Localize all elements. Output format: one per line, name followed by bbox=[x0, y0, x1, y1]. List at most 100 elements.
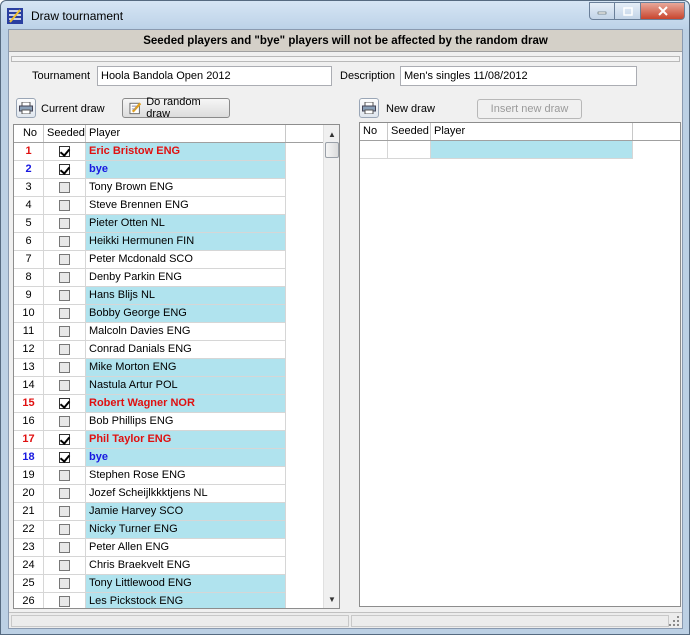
current-draw-grid[interactable]: No Seeded Player 1 Eric Bristow ENG 2 bye 3 T… bbox=[13, 124, 340, 609]
cell-player: Hans Blijs NL bbox=[86, 287, 286, 305]
cell-seeded bbox=[44, 323, 86, 341]
seeded-checkbox[interactable] bbox=[59, 578, 70, 589]
cell-seeded bbox=[44, 395, 86, 413]
tournament-field[interactable]: Hoola Bandola Open 2012 bbox=[97, 66, 332, 86]
table-row[interactable]: 16 Bob Phillips ENG bbox=[14, 413, 339, 431]
seeded-checkbox[interactable] bbox=[59, 452, 70, 463]
seeded-checkbox[interactable] bbox=[59, 542, 70, 553]
resize-grip-icon[interactable] bbox=[668, 615, 680, 627]
scroll-down-button[interactable]: ▼ bbox=[324, 591, 339, 607]
seeded-checkbox[interactable] bbox=[59, 380, 70, 391]
current-grid-body: 1 Eric Bristow ENG 2 bye 3 Tony Brown ENG 4 Ste… bbox=[14, 143, 339, 608]
cell-no: 15 bbox=[14, 395, 44, 413]
maximize-icon bbox=[622, 6, 633, 16]
cell-seeded bbox=[44, 503, 86, 521]
scroll-up-button[interactable]: ▲ bbox=[324, 126, 339, 142]
seeded-checkbox[interactable] bbox=[59, 254, 70, 265]
seeded-checkbox[interactable] bbox=[59, 596, 70, 607]
seeded-checkbox[interactable] bbox=[59, 272, 70, 283]
table-row[interactable]: 14 Nastula Artur POL bbox=[14, 377, 339, 395]
status-panel-right bbox=[351, 615, 669, 627]
table-row[interactable]: 11 Malcoln Davies ENG bbox=[14, 323, 339, 341]
table-row[interactable]: 12 Conrad Danials ENG bbox=[14, 341, 339, 359]
cell-player: Phil Taylor ENG bbox=[86, 431, 286, 449]
table-row[interactable]: 3 Tony Brown ENG bbox=[14, 179, 339, 197]
cell-no: 7 bbox=[14, 251, 44, 269]
table-row[interactable]: 25 Tony Littlewood ENG bbox=[14, 575, 339, 593]
description-label: Description bbox=[340, 70, 396, 82]
table-row[interactable]: 13 Mike Morton ENG bbox=[14, 359, 339, 377]
cell-player: Chris Braekvelt ENG bbox=[86, 557, 286, 575]
insert-new-draw-button[interactable]: Insert new draw bbox=[477, 99, 582, 119]
cell-player: Steve Brennen ENG bbox=[86, 197, 286, 215]
cell-player: Peter Allen ENG bbox=[86, 539, 286, 557]
seeded-checkbox[interactable] bbox=[59, 290, 70, 301]
table-row[interactable]: 23 Peter Allen ENG bbox=[14, 539, 339, 557]
title-bar[interactable]: Draw tournament bbox=[1, 1, 689, 29]
seeded-checkbox[interactable] bbox=[59, 416, 70, 427]
do-random-draw-button[interactable]: Do random draw bbox=[122, 96, 230, 120]
table-row[interactable]: 1 Eric Bristow ENG bbox=[14, 143, 339, 161]
table-row[interactable]: 9 Hans Blijs NL bbox=[14, 287, 339, 305]
description-field[interactable]: Men's singles 11/08/2012 bbox=[400, 66, 637, 86]
seeded-checkbox[interactable] bbox=[59, 218, 70, 229]
seeded-checkbox[interactable] bbox=[59, 164, 70, 175]
dialog-client-area: Seeded players and "bye" players will no… bbox=[8, 29, 683, 629]
seeded-checkbox[interactable] bbox=[59, 506, 70, 517]
seeded-checkbox[interactable] bbox=[59, 200, 70, 211]
header-no: No bbox=[360, 123, 388, 140]
table-row[interactable]: 8 Denby Parkin ENG bbox=[14, 269, 339, 287]
cell-seeded bbox=[44, 161, 86, 179]
seeded-checkbox[interactable] bbox=[59, 470, 70, 481]
current-draw-print[interactable] bbox=[16, 98, 36, 118]
seeded-checkbox[interactable] bbox=[59, 182, 70, 193]
seeded-checkbox[interactable] bbox=[59, 146, 70, 157]
seeded-checkbox[interactable] bbox=[59, 398, 70, 409]
table-row[interactable]: 4 Steve Brennen ENG bbox=[14, 197, 339, 215]
table-row[interactable]: 19 Stephen Rose ENG bbox=[14, 467, 339, 485]
table-row[interactable]: 21 Jamie Harvey SCO bbox=[14, 503, 339, 521]
close-icon bbox=[657, 6, 668, 16]
scroll-thumb[interactable] bbox=[325, 142, 339, 158]
seeded-checkbox[interactable] bbox=[59, 236, 70, 247]
cell-seeded bbox=[44, 449, 86, 467]
table-row[interactable]: 24 Chris Braekvelt ENG bbox=[14, 557, 339, 575]
new-draw-empty-row[interactable] bbox=[360, 141, 680, 159]
seeded-checkbox[interactable] bbox=[59, 344, 70, 355]
seeded-checkbox[interactable] bbox=[59, 326, 70, 337]
table-row[interactable]: 17 Phil Taylor ENG bbox=[14, 431, 339, 449]
cell-no: 13 bbox=[14, 359, 44, 377]
seeded-checkbox[interactable] bbox=[59, 560, 70, 571]
table-row[interactable]: 18 bye bbox=[14, 449, 339, 467]
minimize-icon bbox=[597, 11, 607, 15]
seeded-checkbox[interactable] bbox=[59, 308, 70, 319]
cell-no: 8 bbox=[14, 269, 44, 287]
seeded-checkbox[interactable] bbox=[59, 524, 70, 535]
cell-no: 25 bbox=[14, 575, 44, 593]
close-button[interactable] bbox=[641, 2, 685, 20]
table-row[interactable]: 15 Robert Wagner NOR bbox=[14, 395, 339, 413]
maximize-button[interactable] bbox=[615, 2, 641, 20]
table-row[interactable]: 7 Peter Mcdonald SCO bbox=[14, 251, 339, 269]
seeded-checkbox[interactable] bbox=[59, 434, 70, 445]
window-controls bbox=[589, 2, 685, 20]
current-grid-scrollbar[interactable]: ▲ ▼ bbox=[323, 125, 339, 608]
seeded-checkbox[interactable] bbox=[59, 362, 70, 373]
seeded-checkbox[interactable] bbox=[59, 488, 70, 499]
table-row[interactable]: 2 bye bbox=[14, 161, 339, 179]
cell-no bbox=[360, 141, 388, 159]
cell-seeded bbox=[44, 179, 86, 197]
table-row[interactable]: 20 Jozef Scheijlkkktjens NL bbox=[14, 485, 339, 503]
table-row[interactable]: 5 Pieter Otten NL bbox=[14, 215, 339, 233]
printer-icon bbox=[16, 98, 36, 118]
new-draw-print[interactable] bbox=[359, 98, 379, 118]
cell-seeded bbox=[44, 593, 86, 608]
new-draw-grid[interactable]: No Seeded Player bbox=[359, 122, 681, 607]
cell-no: 2 bbox=[14, 161, 44, 179]
table-row[interactable]: 6 Heikki Hermunen FIN bbox=[14, 233, 339, 251]
minimize-button[interactable] bbox=[589, 2, 615, 20]
table-row[interactable]: 22 Nicky Turner ENG bbox=[14, 521, 339, 539]
table-row[interactable]: 26 Les Pickstock ENG bbox=[14, 593, 339, 608]
table-row[interactable]: 10 Bobby George ENG bbox=[14, 305, 339, 323]
cell-seeded bbox=[44, 467, 86, 485]
